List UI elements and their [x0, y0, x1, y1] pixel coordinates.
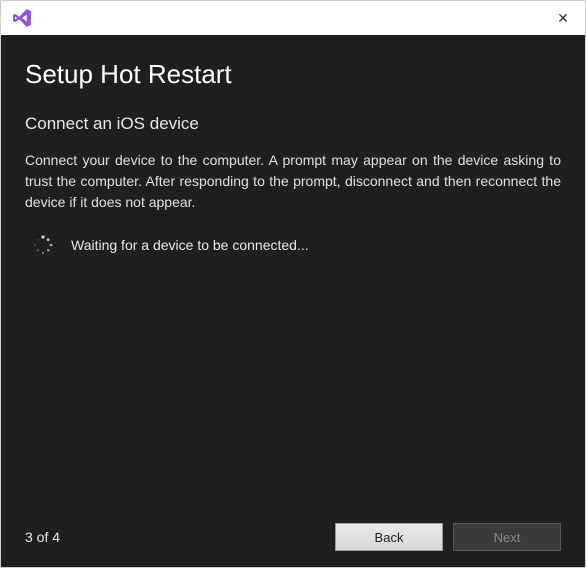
spinner-icon	[33, 235, 53, 255]
footer-buttons: Back Next	[335, 523, 561, 551]
footer: 3 of 4 Back Next	[25, 523, 561, 551]
visual-studio-icon	[11, 7, 33, 29]
back-button[interactable]: Back	[335, 523, 443, 551]
next-button: Next	[453, 523, 561, 551]
dialog-window: ✕ Setup Hot Restart Connect an iOS devic…	[0, 0, 586, 568]
page-subtitle: Connect an iOS device	[25, 114, 561, 134]
page-indicator: 3 of 4	[25, 529, 60, 545]
app-logo	[11, 7, 33, 29]
close-icon: ✕	[557, 10, 569, 27]
titlebar: ✕	[1, 1, 585, 35]
page-title: Setup Hot Restart	[25, 59, 561, 90]
close-button[interactable]: ✕	[541, 1, 585, 35]
content-area: Setup Hot Restart Connect an iOS device …	[1, 35, 585, 567]
connection-status: Waiting for a device to be connected...	[25, 235, 561, 255]
instructions-text: Connect your device to the computer. A p…	[25, 150, 561, 213]
status-text: Waiting for a device to be connected...	[71, 237, 309, 253]
